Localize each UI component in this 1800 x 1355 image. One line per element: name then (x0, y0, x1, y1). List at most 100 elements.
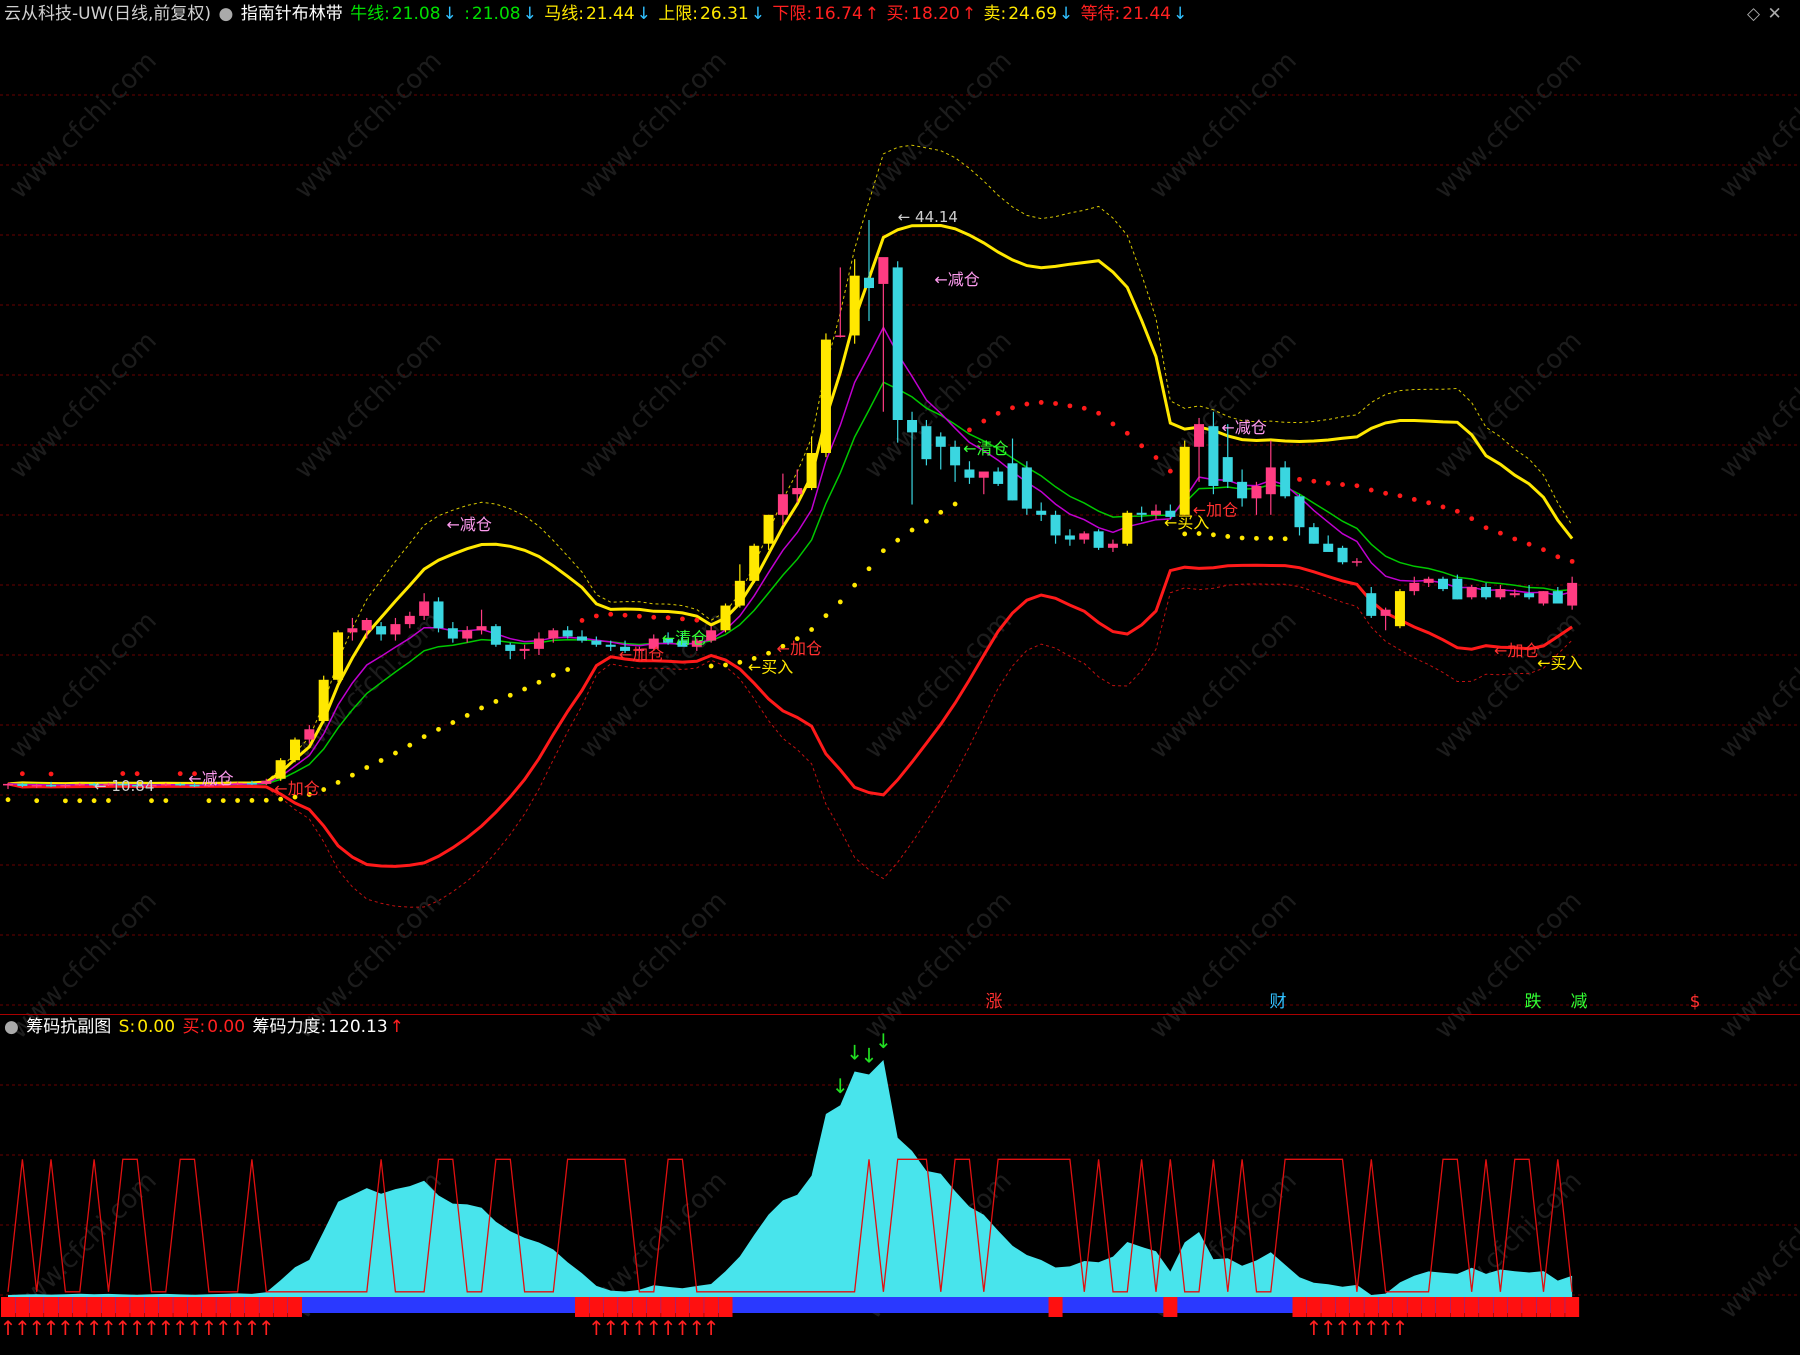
diamond-icon[interactable]: ◇ (1747, 4, 1760, 24)
signal-dot (134, 771, 140, 777)
candle-body (160, 783, 171, 786)
candle-body (1222, 457, 1233, 482)
candle-body (892, 267, 903, 420)
candle-body (978, 471, 989, 478)
candle-body (404, 615, 415, 625)
signal-dot (479, 705, 484, 711)
candle-body (433, 601, 444, 629)
candle-body (591, 640, 602, 645)
signal-dot (608, 611, 614, 617)
arrow-up-icon: ↑ (864, 4, 880, 24)
candle-body (1036, 510, 1047, 515)
candle-body (1380, 609, 1391, 616)
lower-value: 16.74 (814, 4, 863, 24)
signal-dot (909, 527, 915, 533)
watermark-text: www.cfchi.com (574, 886, 733, 1045)
signal-dot (1010, 405, 1015, 411)
bottom-signal-label: 财 (1270, 992, 1287, 1012)
candle-body (275, 760, 286, 779)
signal-dot (407, 742, 413, 748)
signal-dot (120, 771, 126, 776)
red-dip-bar (158, 1297, 173, 1317)
signal-dot (1096, 410, 1101, 416)
signal-dot (350, 772, 355, 778)
signal-dot (938, 509, 944, 515)
candle-body (46, 784, 57, 787)
signal-dot (924, 518, 929, 524)
arrow-up-icon: ↑ (961, 4, 977, 24)
indicator-toggle-icon[interactable]: ● (218, 4, 233, 24)
candle-body (1208, 426, 1219, 486)
watermark-text: www.cfchi.com (289, 326, 448, 485)
signal-dot (5, 797, 11, 803)
candle-body (907, 419, 918, 433)
up-arrow-icon: ↑ (703, 1316, 720, 1340)
signal-dot (1555, 554, 1561, 560)
signal-dot (823, 613, 829, 619)
indicator-toggle-icon[interactable]: ● (4, 1017, 19, 1037)
down-arrow-icon: ↓ (832, 1074, 849, 1098)
close-icon[interactable]: ✕ (1767, 4, 1781, 24)
red-dip-bar (1378, 1297, 1393, 1317)
candle-body (1308, 527, 1319, 544)
candle-body (318, 679, 329, 722)
signal-dot (378, 758, 384, 763)
signal-dot (536, 679, 542, 685)
red-dip-bar (273, 1297, 288, 1317)
upper-band-line (7, 223, 1574, 786)
signal-dot (1053, 401, 1058, 406)
signal-dot (321, 787, 327, 792)
red-dip-bar (689, 1297, 704, 1317)
signal-dot (421, 734, 427, 740)
candle-body (476, 626, 487, 631)
candle-body (60, 784, 71, 787)
candle-body (1409, 582, 1420, 592)
signal-dot (1081, 405, 1087, 411)
candle-body (1136, 512, 1147, 515)
signal-dot (1483, 525, 1489, 531)
signal-dot (249, 798, 255, 803)
red-dip-bar (1464, 1297, 1479, 1317)
min-price-label: ← 10.84 (94, 777, 154, 795)
arrow-down-icon: ↓ (636, 4, 651, 24)
red-dip-bar (1507, 1297, 1522, 1317)
signal-dot (1383, 490, 1388, 496)
indicator-name[interactable]: 指南针布林带 (241, 4, 343, 24)
outer-lower-band-line (7, 583, 1573, 908)
signal-dot (393, 750, 398, 756)
red-dip-bar (603, 1297, 618, 1317)
red-dip-bar (1335, 1297, 1350, 1317)
candle-body (1237, 481, 1248, 499)
signal-label: ←减仓 (1221, 418, 1266, 437)
sell-label: 卖: (983, 4, 1007, 24)
signal-dot (1211, 532, 1216, 538)
candle-body (1567, 582, 1578, 606)
watermark-text: www.cfchi.com (1714, 326, 1800, 485)
signal-dot (1512, 536, 1518, 542)
sub-indicator-name[interactable]: 筹码抗副图 (26, 1017, 111, 1037)
lower-band-line (7, 563, 1573, 868)
buy-label: 买: (886, 4, 910, 24)
candle-body (3, 783, 13, 786)
red-dip-bar (646, 1297, 661, 1317)
s-label: S: (118, 1017, 136, 1037)
candle-body (1351, 561, 1362, 563)
signal-dot (766, 650, 771, 656)
red-dip-bar (1, 1297, 15, 1317)
signal-dot (708, 663, 714, 669)
up-arrow-icon: ↑ (1392, 1316, 1409, 1340)
red-dip-bar (259, 1297, 274, 1317)
candle-body (577, 636, 587, 641)
signal-dot (263, 797, 269, 803)
signal-dot (149, 798, 154, 804)
sub-chart: ↑↑↑↑↑↑↑↑↑↑↑↑↑↑↑↑↑↑↑ ↑↑↑↑↑↑↑↑↑↓↓↓↓↑↑↑↑↑↑↑ (0, 1029, 1580, 1340)
outer-upper-band-line (7, 144, 1573, 785)
signal-dot (1225, 534, 1231, 539)
stock-name[interactable]: 云从科技-UW(日线,前复权) (4, 4, 211, 24)
candle-body (1179, 446, 1190, 515)
signal-dot (1498, 530, 1503, 536)
watermark-text: www.cfchi.com (4, 46, 163, 205)
red-dip-bar (29, 1297, 44, 1317)
candle-body (1524, 593, 1535, 598)
candle-body (1538, 591, 1549, 604)
